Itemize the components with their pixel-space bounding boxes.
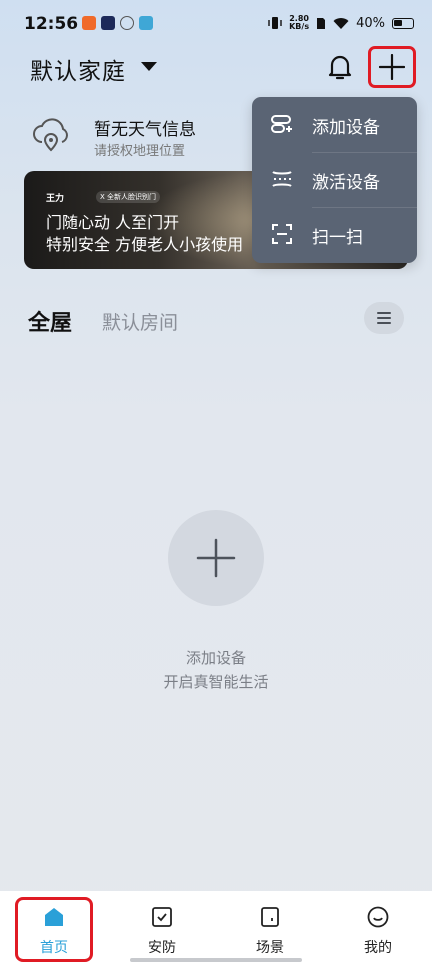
status-time: 12:56: [24, 14, 79, 34]
plus-icon: [196, 538, 236, 578]
app-notification-icon: [82, 16, 96, 30]
home-highlight-box: [15, 897, 93, 962]
location-permission-link[interactable]: 请授权地理位置: [94, 140, 185, 159]
plus-icon: [379, 54, 405, 80]
menu-item-activate-device[interactable]: 激活设备: [252, 152, 417, 207]
scene-icon: [261, 907, 279, 927]
status-bar: 12:56 2.80 KB/s 40%: [0, 0, 432, 50]
tab-all-rooms[interactable]: 全屋: [28, 305, 72, 337]
battery-percent: 40%: [356, 15, 385, 31]
net-speed-unit: KB/s: [289, 22, 310, 31]
banner-tag: X 全新人脸识别门: [96, 191, 161, 203]
wifi-icon: [333, 17, 349, 29]
sim-icon: [317, 17, 326, 29]
gesture-bar: [130, 958, 302, 962]
vibrate-icon: [268, 17, 282, 29]
menu-item-scan[interactable]: 扫一扫: [252, 207, 417, 262]
activate-device-icon: [272, 171, 292, 187]
net-speed: 2.80 KB/s: [289, 15, 309, 31]
family-selector-label[interactable]: 默认家庭: [30, 52, 126, 86]
security-icon: [152, 907, 172, 927]
app-notification-icon: [120, 16, 134, 30]
weather-title: 暂无天气信息: [94, 120, 196, 140]
location-cloud-icon: [33, 118, 68, 152]
menu-item-add-device[interactable]: 添加设备: [252, 97, 417, 152]
banner-headline: 门随心动 人至门开: [46, 213, 180, 232]
chevron-down-icon[interactable]: [141, 62, 157, 71]
profile-icon: [367, 906, 389, 928]
menu-item-label: 扫一扫: [312, 228, 363, 248]
add-menu-button[interactable]: [368, 46, 416, 88]
empty-state-title: 添加设备: [185, 649, 246, 667]
add-device-circle-button[interactable]: [168, 510, 264, 606]
tab-default-room[interactable]: 默认房间: [102, 308, 178, 335]
nav-item-security[interactable]: 安防: [108, 891, 216, 964]
menu-item-label: 激活设备: [312, 173, 380, 193]
nav-item-label: 场景: [256, 940, 284, 956]
status-indicators: 2.80 KB/s 40%: [268, 15, 414, 31]
app-notification-icon: [139, 16, 153, 30]
header: 默认家庭: [0, 46, 432, 90]
notification-icons: [82, 16, 153, 30]
empty-state-subtitle: 开启真智能生活: [163, 673, 269, 691]
app-notification-icon: [101, 16, 115, 30]
add-device-icon: [271, 115, 292, 133]
nav-item-scene[interactable]: 场景: [216, 891, 324, 964]
banner-brand: 王力: [46, 194, 65, 204]
menu-item-label: 添加设备: [312, 118, 380, 138]
nav-item-label: 安防: [148, 940, 176, 956]
battery-icon: [392, 17, 414, 29]
nav-item-label: 我的: [364, 940, 392, 956]
scan-icon: [272, 224, 292, 244]
banner-subline: 特别安全 方便老人小孩使用: [46, 235, 244, 254]
weather-widget[interactable]: 暂无天气信息 请授权地理位置: [32, 112, 252, 162]
nav-item-profile[interactable]: 我的: [324, 891, 432, 964]
menu-icon: [377, 312, 391, 314]
bell-icon[interactable]: [326, 52, 354, 82]
room-list-button[interactable]: [364, 302, 404, 334]
add-dropdown-menu: 添加设备 激活设备 扫一扫: [252, 97, 417, 263]
